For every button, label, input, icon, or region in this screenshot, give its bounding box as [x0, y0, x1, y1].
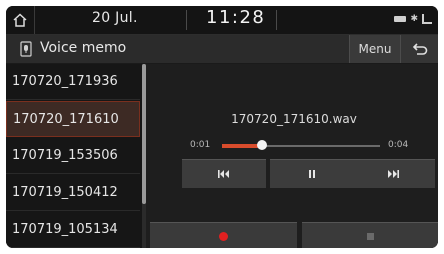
elapsed-time: 0:01: [190, 140, 211, 150]
player-panel: 170720_171610.wav 0:01 0:04: [150, 64, 438, 248]
voice-memo-screen: 20 Jul. 11:28 ✱ Voice memo Menu 170720_1…: [6, 6, 438, 248]
stop-icon: [366, 232, 374, 240]
home-icon: [13, 13, 27, 27]
status-icons: ✱: [394, 14, 432, 24]
home-button[interactable]: [6, 6, 35, 34]
scrollbar-thumb[interactable]: [142, 64, 146, 204]
progress-fill: [222, 144, 262, 148]
current-filename: 170720_171610.wav: [231, 112, 357, 126]
next-button[interactable]: [351, 159, 435, 188]
list-item[interactable]: 170719_105134: [6, 212, 140, 248]
record-button[interactable]: [150, 222, 297, 248]
status-divider: [186, 10, 187, 30]
duration-time: 0:04: [388, 140, 409, 150]
title-bar: Voice memo Menu: [6, 35, 438, 64]
status-date: 20 Jul.: [92, 10, 138, 26]
previous-button[interactable]: [182, 159, 266, 188]
pause-button[interactable]: [270, 159, 354, 188]
back-button[interactable]: [400, 35, 438, 63]
pause-icon: [309, 170, 315, 178]
stop-button[interactable]: [302, 222, 438, 248]
skip-previous-icon: [218, 170, 229, 178]
record-icon: [219, 231, 228, 241]
recording-list: 170720_171936 170720_171610 170719_15350…: [6, 64, 146, 248]
list-item-selected[interactable]: 170720_171610: [6, 101, 140, 137]
status-bar: 20 Jul. 11:28 ✱: [6, 6, 438, 35]
status-time: 11:28: [206, 7, 266, 28]
menu-button[interactable]: Menu: [349, 35, 400, 63]
list-item[interactable]: 170719_153506: [6, 138, 140, 174]
battery-icon: [394, 16, 407, 22]
voice-memo-icon: [20, 41, 32, 57]
bluetooth-icon: ✱: [410, 14, 418, 24]
progress-knob[interactable]: [257, 140, 267, 150]
status-divider: [276, 10, 277, 30]
list-item[interactable]: 170720_171936: [6, 64, 140, 100]
page-title: Voice memo: [40, 40, 127, 56]
record-controls: [150, 222, 438, 248]
signal-icon: [422, 14, 432, 24]
skip-next-icon: [388, 170, 399, 178]
back-arrow-icon: [412, 43, 428, 55]
list-item[interactable]: 170719_150412: [6, 175, 140, 211]
